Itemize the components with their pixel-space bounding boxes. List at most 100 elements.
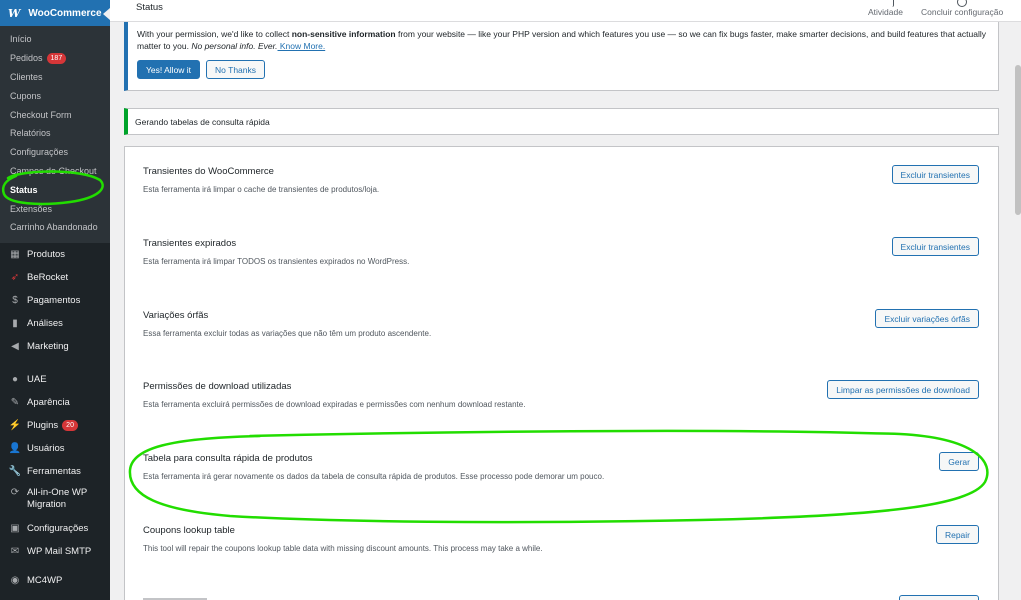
tool-description: Esta ferramenta irá limpar TODOS os tran… xyxy=(143,257,410,266)
menu-wp-mail-smtp[interactable]: ✉ WP Mail SMTP xyxy=(0,540,110,563)
menu-berocket[interactable]: ➶ BeRocket xyxy=(0,266,110,289)
menu-label: Análises xyxy=(27,317,63,329)
allow-tracking-button[interactable]: Yes! Allow it xyxy=(137,60,201,79)
repair-coupons-lookup-button[interactable]: Repair xyxy=(935,525,979,544)
menu-label: All-in-One WP xyxy=(27,486,88,498)
menu-label: Marketing xyxy=(27,340,69,352)
submenu-extensoes[interactable]: Extensões xyxy=(0,199,110,218)
clear-wc-transients-button[interactable]: Excluir transientes xyxy=(891,165,979,184)
analytics-icon: ▮ xyxy=(12,317,18,329)
activity-label: Atividade xyxy=(868,7,903,17)
submenu-label: Checkout Form xyxy=(10,109,72,120)
woocommerce-submenu: Início Pedidos 187 Clientes Cupons Checko… xyxy=(0,26,110,243)
menu-configuracoes[interactable]: ▣ Configurações xyxy=(0,517,110,540)
menu-label: Configurações xyxy=(27,522,89,534)
submenu-campos-checkout[interactable]: Campos do Checkout xyxy=(0,162,110,181)
menu-all-in-one-migration[interactable]: ⟳ All-in-One WP Migration xyxy=(0,483,110,517)
tool-row: Tabela para consulta rápida de produtos … xyxy=(143,452,979,481)
submenu-label: Campos do Checkout xyxy=(10,165,97,176)
submenu-label: Pedidos xyxy=(10,53,43,64)
tool-row: Coupons lookup table This tool will repa… xyxy=(143,525,979,553)
submenu-pedidos[interactable]: Pedidos 187 xyxy=(0,49,110,68)
menu-label: Pagamentos xyxy=(27,294,81,306)
tool-name: Tabela para consulta rápida de produtos xyxy=(143,453,313,464)
submenu-carrinho-abandonado[interactable]: Carrinho Abandonado xyxy=(0,218,110,237)
menu-usuarios[interactable]: 👤 Usuários xyxy=(0,437,110,460)
submenu-cupons[interactable]: Cupons xyxy=(0,86,110,105)
menu-label-line2: Migration xyxy=(27,498,67,510)
submenu-label: Relatórios xyxy=(10,128,51,139)
menu-label: Usuários xyxy=(27,442,65,454)
tool-row-partial xyxy=(143,595,979,600)
lookup-tables-notice: Gerando tabelas de consulta rápida xyxy=(124,108,999,135)
setup-progress-icon xyxy=(957,0,967,7)
tool-description: Esta ferramenta excluirá permissões de d… xyxy=(143,400,526,409)
menu-marketing[interactable]: ◀ Marketing xyxy=(0,335,110,358)
plugins-update-badge: 20 xyxy=(62,419,78,431)
page-scrollbar[interactable] xyxy=(1015,65,1021,215)
tools-icon: 🔧 xyxy=(8,465,22,477)
products-icon: ▦ xyxy=(10,248,20,260)
menu-woocommerce[interactable]: W WooCommerce xyxy=(0,0,110,26)
submenu-label: Cupons xyxy=(10,90,42,101)
tool-description: Esta ferramenta irá limpar o cache de tr… xyxy=(143,185,380,194)
clear-expired-transients-button[interactable]: Excluir transientes xyxy=(891,237,979,256)
menu-label: BeRocket xyxy=(27,271,69,283)
berocket-icon: ➶ xyxy=(10,271,20,283)
tool-name: Transientes do WooCommerce xyxy=(143,166,274,177)
menu-aparencia[interactable]: ✎ Aparência xyxy=(0,391,110,414)
menu-analises[interactable]: ▮ Análises xyxy=(0,312,110,335)
menu-ferramentas[interactable]: 🔧 Ferramentas xyxy=(0,460,110,483)
tool-description: This tool will repair the coupons lookup… xyxy=(143,544,543,553)
tracking-notice-text: With your permission, we'd like to colle… xyxy=(137,29,986,51)
marketing-icon: ◀ xyxy=(11,340,19,352)
mc4wp-icon: ◉ xyxy=(10,574,20,586)
submenu-configuracoes[interactable]: Configurações xyxy=(0,143,110,162)
finish-setup-label: Concluir configuração xyxy=(921,7,1004,17)
delete-orphaned-variations-button[interactable]: Excluir variações órfãs xyxy=(875,309,979,328)
plugins-icon: ⚡ xyxy=(8,419,22,431)
migration-icon: ⟳ xyxy=(10,487,20,499)
menu-woocommerce-label: WooCommerce xyxy=(28,7,102,19)
regenerate-lookup-table-button[interactable]: Gerar xyxy=(939,452,979,471)
tool-row: Permissões de download utilizadas Esta f… xyxy=(143,380,979,409)
appearance-icon: ✎ xyxy=(10,396,20,408)
activity-button[interactable]: Atividade xyxy=(868,0,903,17)
submenu-inicio[interactable]: Início xyxy=(0,30,110,49)
menu-plugins[interactable]: ⚡ Plugins 20 xyxy=(0,414,110,437)
usage-tracking-notice: With your permission, we'd like to colle… xyxy=(124,22,999,91)
tool-row: Transientes do WooCommerce Esta ferramen… xyxy=(143,165,979,194)
tool-name: Transientes expirados xyxy=(143,238,237,249)
clear-download-permissions-button[interactable]: Limpar as permissões de download xyxy=(827,380,979,399)
submenu-checkout-form[interactable]: Checkout Form xyxy=(0,105,110,124)
deny-tracking-button[interactable]: No Thanks xyxy=(206,60,265,79)
menu-produtos[interactable]: ▦ Produtos xyxy=(0,243,110,266)
activity-icon xyxy=(884,0,894,7)
admin-sidebar: W WooCommerce Início Pedidos 187 Clientes… xyxy=(0,0,110,600)
finish-setup-button[interactable]: Concluir configuração xyxy=(921,0,1004,17)
submenu-label: Clientes xyxy=(10,71,43,82)
submenu-label: Carrinho Abandonado xyxy=(10,222,98,233)
top-bar: Status Atividade Concluir configuração xyxy=(110,0,1021,22)
submenu-relatorios[interactable]: Relatórios xyxy=(0,124,110,143)
lookup-tables-notice-text: Gerando tabelas de consulta rápida xyxy=(135,116,270,127)
woocommerce-icon: W xyxy=(8,6,21,20)
tool-row: Transientes expirados Esta ferramenta ir… xyxy=(143,237,979,266)
tool-name: Variações órfãs xyxy=(143,310,209,321)
tool-description: Essa ferramenta excluir todas as variaçõ… xyxy=(143,329,432,338)
menu-label: Aparência xyxy=(27,396,70,408)
menu-pagamentos[interactable]: $ Pagamentos xyxy=(0,289,110,312)
clipped-tool-button[interactable] xyxy=(899,595,979,600)
payments-icon: $ xyxy=(12,294,18,306)
menu-label: UAE xyxy=(27,373,47,385)
submenu-clientes[interactable]: Clientes xyxy=(0,68,110,87)
know-more-link[interactable]: Know More. xyxy=(278,41,325,51)
submenu-label: Extensões xyxy=(10,203,53,214)
tool-description: Esta ferramenta irá gerar novamente os d… xyxy=(143,472,605,481)
menu-mc4wp[interactable]: ◉ MC4WP xyxy=(0,569,110,592)
submenu-label: Status xyxy=(10,184,38,195)
uae-icon: ● xyxy=(11,373,19,385)
submenu-status[interactable]: Status xyxy=(0,180,110,199)
menu-uae[interactable]: ● UAE xyxy=(0,368,110,391)
submenu-label: Configurações xyxy=(10,147,69,158)
